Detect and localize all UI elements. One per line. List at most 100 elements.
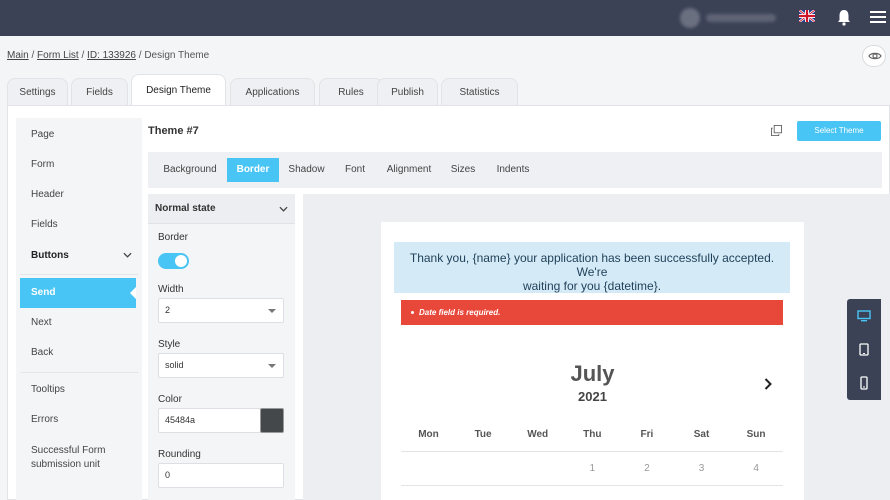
weekday-label: Tue (474, 429, 492, 440)
chevron-down-icon (279, 206, 288, 212)
caret-down-icon (268, 309, 276, 313)
calendar-day[interactable]: 4 (729, 463, 784, 474)
theme-title: Theme #7 (148, 125, 199, 137)
subtab-background[interactable]: Background (156, 158, 224, 182)
weekday-label: Fri (640, 429, 654, 440)
breadcrumb-separator: / (78, 50, 88, 61)
weekday-label: Mon (418, 429, 439, 440)
style-label: Style (158, 339, 181, 350)
calendar-day[interactable]: 1 (565, 463, 620, 474)
sidebar-item-tooltips[interactable]: Tooltips (16, 375, 138, 405)
tablet-icon (859, 343, 869, 356)
calendar-day[interactable]: 3 (674, 463, 729, 474)
divider (20, 274, 138, 275)
mobile-icon (860, 376, 868, 390)
user-profile[interactable] (680, 8, 778, 28)
style-select[interactable]: solid (158, 353, 284, 378)
rounding-label: Rounding (158, 449, 201, 460)
divider (20, 372, 138, 373)
copy-icon[interactable] (771, 125, 782, 136)
design-theme-panel: Page Form Header Fields Buttons Send Nex… (7, 105, 890, 500)
breadcrumb-form-id[interactable]: ID: 133926 (87, 50, 136, 61)
subtab-indents[interactable]: Indents (487, 158, 539, 182)
tab-publish[interactable]: Publish (377, 78, 438, 106)
avatar (680, 8, 700, 28)
subtab-shadow[interactable]: Shadow (282, 158, 331, 182)
error-message: Date field is required. (401, 300, 783, 325)
breadcrumb: Main / Form List / ID: 133926 / Design T… (7, 50, 209, 61)
breadcrumb-current: Design Theme (144, 50, 210, 61)
mobile-view-button[interactable] (847, 367, 881, 399)
preview-toggle-button[interactable] (862, 45, 886, 67)
tab-settings[interactable]: Settings (7, 78, 68, 106)
device-switcher (847, 299, 881, 400)
breadcrumb-separator: / (28, 50, 38, 61)
calendar-day[interactable]: 2 (619, 463, 674, 474)
weekday-label: Sun (746, 429, 766, 440)
tab-applications[interactable]: Applications (230, 78, 315, 106)
chevron-down-icon (123, 252, 132, 258)
sidebar-item-errors[interactable]: Errors (16, 405, 138, 435)
desktop-view-button[interactable] (847, 301, 881, 333)
sidebar-item-fields[interactable]: Fields (16, 210, 138, 240)
weekday-header: Mon Tue Wed Thu Fri Sat Sun (401, 422, 783, 452)
element-sidebar: Page Form Header Fields Buttons Send Nex… (16, 118, 142, 500)
tab-design-theme[interactable]: Design Theme (131, 74, 226, 106)
sidebar-item-back[interactable]: Back (16, 338, 138, 368)
error-text: Date field is required. (419, 308, 501, 317)
success-message: Thank you, {name} your application has b… (394, 242, 790, 293)
subtab-border[interactable]: Border (227, 158, 279, 182)
color-swatch[interactable] (260, 408, 284, 433)
style-value: solid (165, 360, 184, 370)
subtab-sizes[interactable]: Sizes (442, 158, 484, 182)
state-dropdown[interactable]: Normal state (148, 194, 295, 224)
user-name-blurred (706, 14, 776, 22)
width-value: 2 (165, 305, 171, 315)
desktop-icon (857, 310, 871, 322)
tab-fields[interactable]: Fields (71, 78, 128, 106)
sidebar-item-success-unit[interactable]: Successful Form submission unit (16, 436, 138, 476)
sidebar-item-buttons[interactable]: Buttons (16, 241, 138, 271)
width-select[interactable]: 2 (158, 298, 284, 323)
calendar-week-row: 1 2 3 4 (401, 452, 783, 486)
state-label: Normal state (155, 203, 216, 214)
weekday-label: Wed (527, 429, 549, 440)
color-input[interactable]: 45484a (158, 408, 261, 433)
sidebar-item-form[interactable]: Form (16, 150, 138, 180)
width-label: Width (158, 284, 184, 295)
style-subtabs: Background Border Shadow Font Alignment … (148, 152, 882, 188)
calendar-month: July (570, 361, 615, 386)
sidebar-item-label: Buttons (31, 250, 69, 261)
color-label: Color (158, 394, 182, 405)
hamburger-menu-icon[interactable] (870, 10, 886, 24)
weekday-label: Thu (583, 429, 602, 440)
tab-statistics[interactable]: Statistics (441, 78, 518, 106)
breadcrumb-form-list[interactable]: Form List (37, 50, 79, 61)
preview-card: Thank you, {name} your application has b… (381, 222, 804, 500)
weekday-label: Sat (693, 429, 710, 440)
chevron-right-icon[interactable] (764, 378, 772, 390)
tab-rules[interactable]: Rules (319, 78, 383, 106)
bullet-icon (411, 311, 414, 315)
border-toggle[interactable] (158, 253, 189, 269)
top-bar (0, 0, 890, 36)
caret-down-icon (268, 364, 276, 368)
subtab-alignment[interactable]: Alignment (379, 158, 439, 182)
rounding-input[interactable]: 0 (158, 463, 284, 488)
sidebar-item-header[interactable]: Header (16, 180, 138, 210)
breadcrumb-main[interactable]: Main (7, 50, 29, 61)
uk-flag-icon[interactable] (799, 10, 815, 22)
form-preview: Thank you, {name} your application has b… (303, 194, 890, 500)
sidebar-item-send[interactable]: Send (20, 278, 136, 308)
eye-icon (868, 52, 882, 60)
border-label: Border (158, 232, 189, 243)
success-line-1: Thank you, {name} your application has b… (409, 251, 775, 279)
subtab-font[interactable]: Font (334, 158, 376, 182)
select-theme-button[interactable]: Select Theme (797, 121, 881, 141)
border-properties: Normal state Border Width 2 Style solid … (148, 194, 295, 500)
success-line-2: waiting for you {datetime}. (522, 279, 662, 293)
sidebar-item-page[interactable]: Page (16, 120, 138, 150)
sidebar-item-next[interactable]: Next (16, 308, 138, 338)
bell-icon[interactable] (836, 8, 852, 26)
tablet-view-button[interactable] (847, 334, 881, 366)
